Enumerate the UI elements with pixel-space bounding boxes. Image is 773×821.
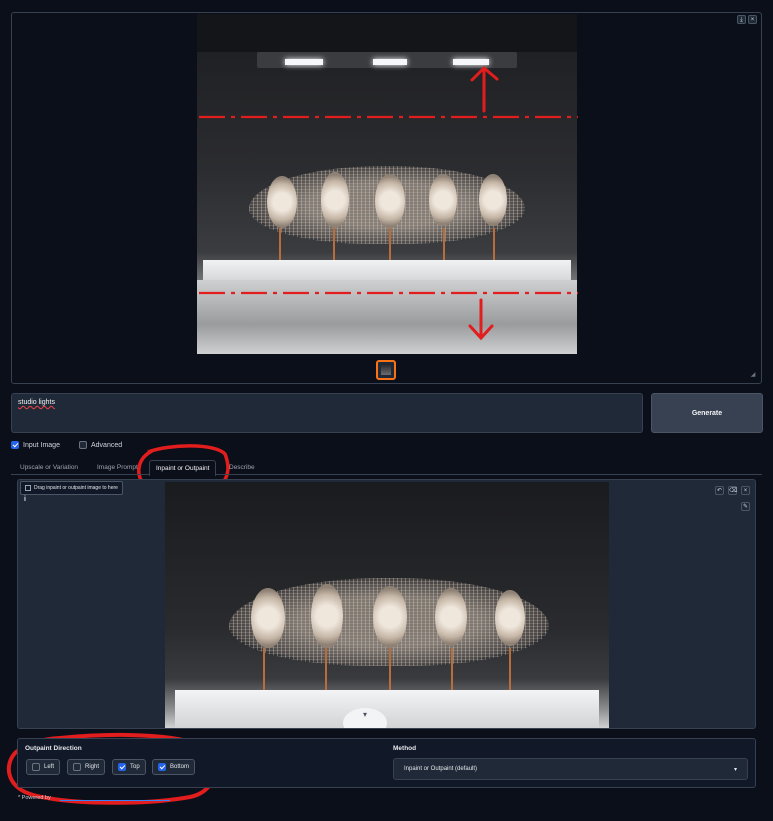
advanced-checkbox[interactable]: Advanced	[79, 441, 122, 449]
tab-image-prompt[interactable]: Image Prompt	[97, 464, 138, 471]
outpaint-top-checkbox[interactable]: Top	[112, 759, 146, 775]
tab-inpaint-or-outpaint[interactable]: Inpaint or Outpaint	[149, 460, 217, 476]
method-selected-value: Inpaint or Outpaint (default)	[404, 766, 478, 772]
advanced-label: Advanced	[91, 441, 123, 449]
outpaint-right-checkbox[interactable]: Right	[67, 759, 106, 775]
outpaint-top-label: Top	[130, 764, 140, 770]
prompt-input[interactable]: studio lights	[11, 393, 643, 433]
outpaint-bottom-checkbox[interactable]: Bottom	[152, 759, 196, 775]
checkbox-checked-icon	[158, 763, 166, 771]
outpaint-right-label: Right	[85, 764, 100, 770]
chevron-down-icon: ▾	[733, 766, 737, 773]
outpaint-left-label: Left	[44, 764, 55, 770]
footer-link-underline[interactable]	[60, 800, 170, 801]
undo-icon[interactable]: ↶	[715, 486, 724, 495]
tab-divider	[11, 474, 762, 475]
checkbox-unchecked-icon	[79, 441, 87, 449]
tab-describe[interactable]: Describe	[229, 464, 255, 471]
outpaint-left-checkbox[interactable]: Left	[26, 759, 61, 775]
generate-button[interactable]: Generate	[651, 393, 763, 433]
drop-image-label: Drag inpaint or outpaint image to here	[20, 481, 123, 495]
gallery-thumbnail[interactable]	[376, 360, 396, 380]
info-icon[interactable]: i	[24, 496, 26, 503]
outpaint-direction-title: Outpaint Direction	[25, 745, 82, 752]
checkbox-checked-icon	[118, 763, 126, 771]
checkbox-unchecked-icon	[73, 763, 81, 771]
checkbox-unchecked-icon	[32, 763, 40, 771]
close-icon[interactable]: ×	[741, 486, 750, 495]
prompt-text: studio lights	[18, 399, 55, 406]
input-image-checkbox[interactable]: Input Image	[11, 441, 60, 449]
inpaint-image[interactable]: ▾	[165, 482, 609, 728]
tab-upscale-or-variation[interactable]: Upscale or Variation	[20, 464, 78, 471]
footer-powered-by: * Powered by	[18, 795, 51, 801]
outpaint-bottom-label: Bottom	[170, 764, 190, 770]
input-image-label: Input Image	[23, 441, 60, 449]
brush-icon[interactable]: ✎	[741, 502, 750, 511]
checkbox-checked-icon	[11, 441, 19, 449]
resize-handle-icon[interactable]: ◢	[748, 371, 758, 381]
image-icon	[25, 485, 31, 491]
method-title: Method	[393, 745, 417, 752]
drop-image-text: Drag inpaint or outpaint image to here	[34, 485, 118, 491]
method-select[interactable]: Inpaint or Outpaint (default) ▾	[393, 758, 748, 780]
clear-icon[interactable]: ⌫	[728, 486, 737, 495]
